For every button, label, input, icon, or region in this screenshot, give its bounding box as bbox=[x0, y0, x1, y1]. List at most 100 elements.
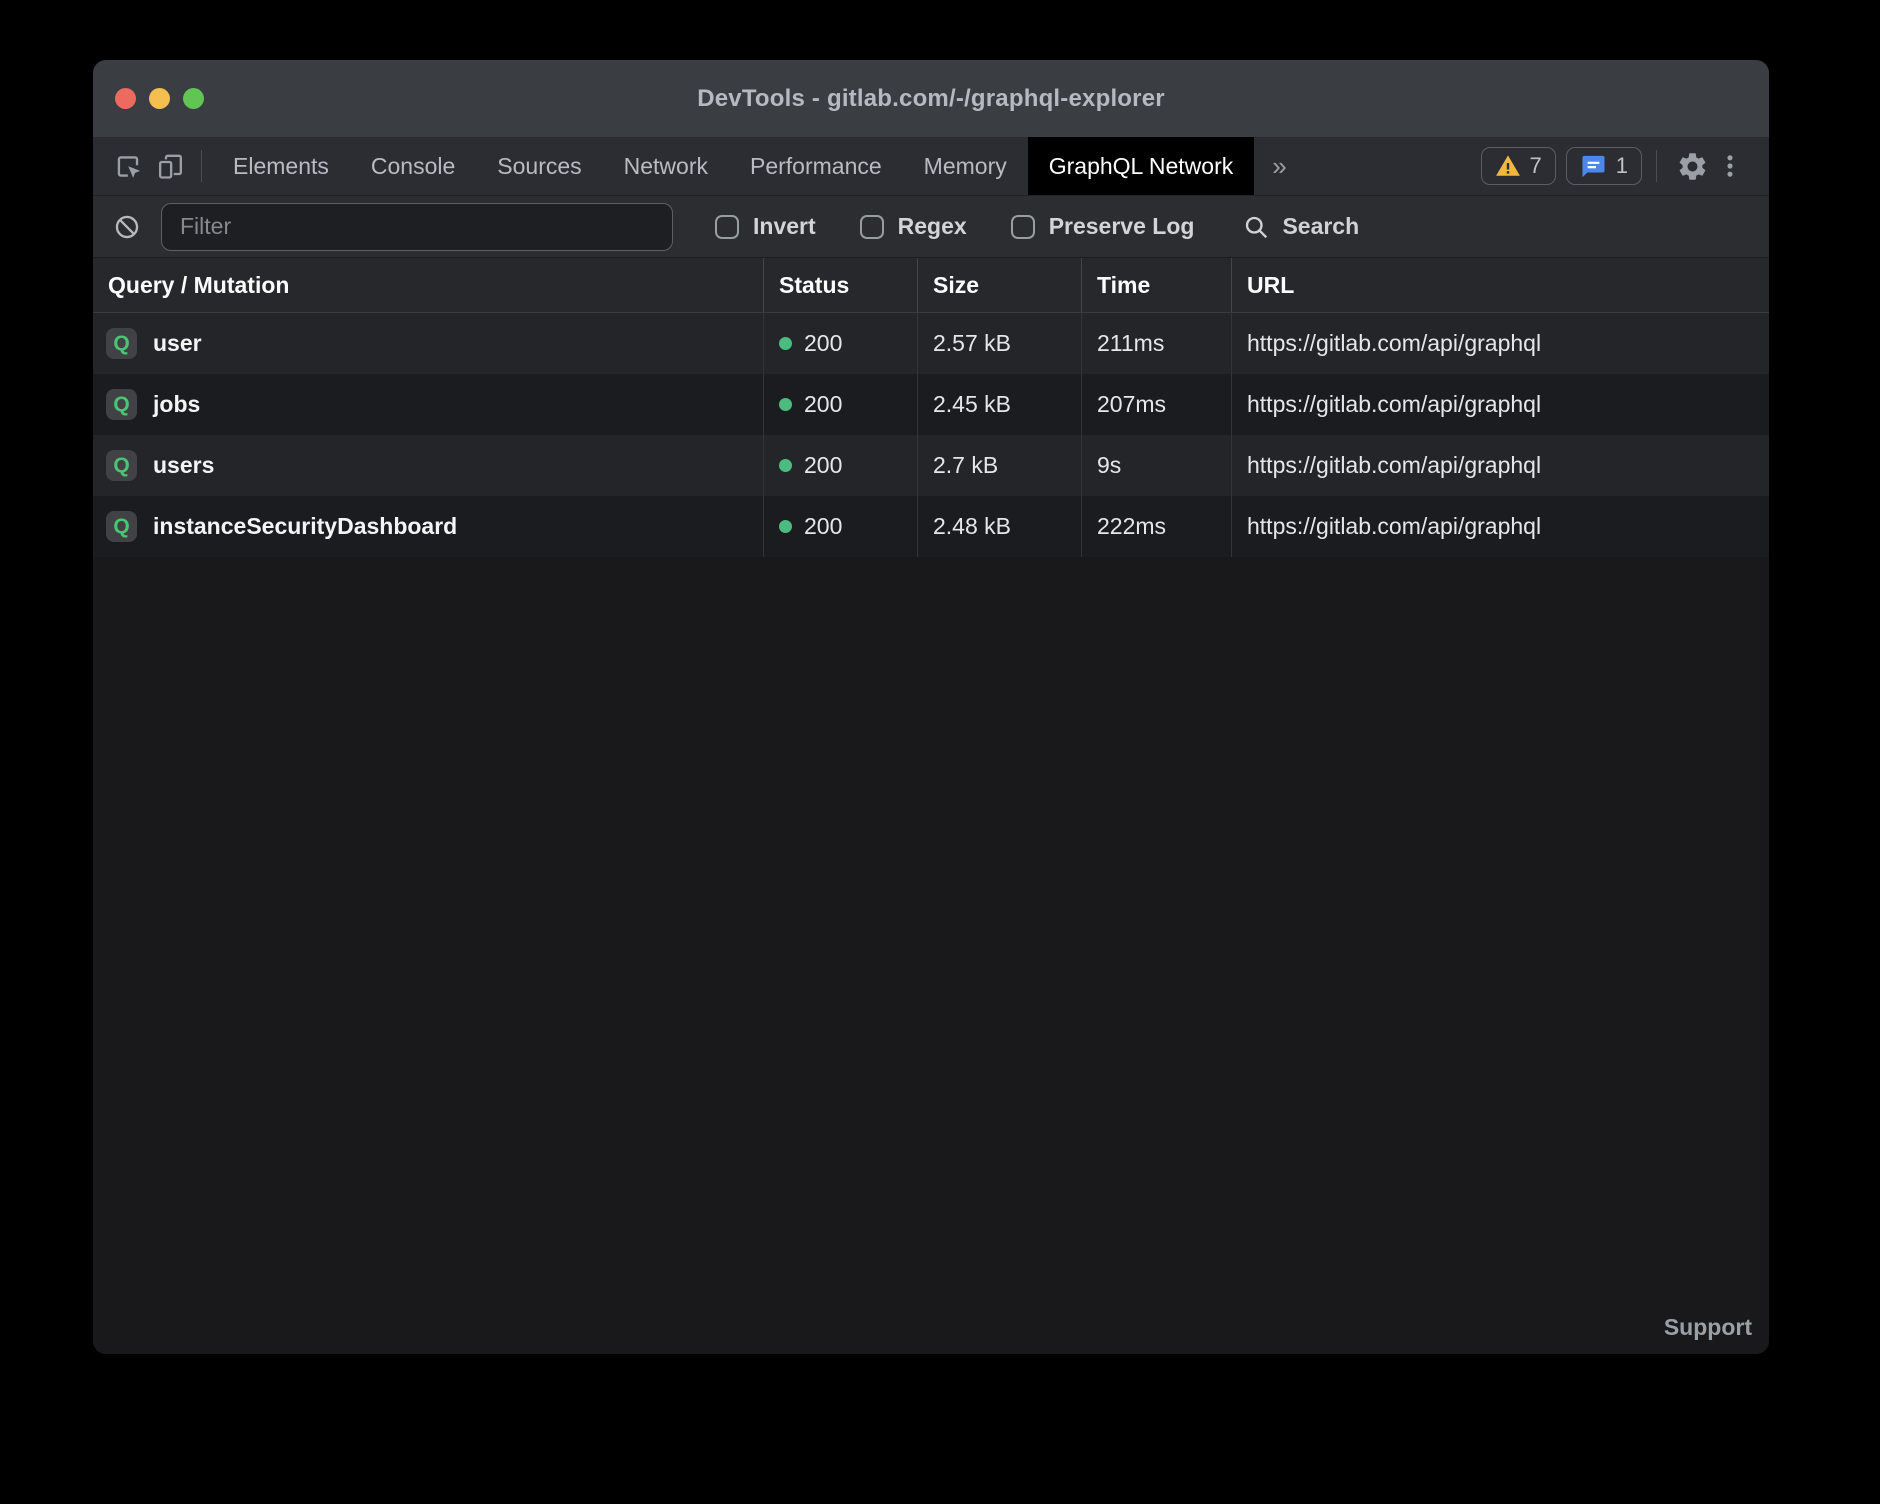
column-header-label: Time bbox=[1097, 272, 1150, 299]
size-cell: 2.48 kB bbox=[918, 496, 1082, 557]
time-cell: 207ms bbox=[1082, 374, 1232, 435]
tab-performance[interactable]: Performance bbox=[729, 137, 903, 195]
query-cell: Q jobs bbox=[93, 374, 764, 435]
devtools-window: DevTools - gitlab.com/-/graphql-explorer… bbox=[93, 60, 1769, 1354]
table-row-jobs[interactable]: Q jobs 200 2.45 kB 207ms https://gitlab.… bbox=[93, 374, 1769, 435]
tab-label: GraphQL Network bbox=[1049, 153, 1234, 180]
status-code: 200 bbox=[804, 513, 842, 540]
url-cell: https://gitlab.com/api/graphql bbox=[1232, 374, 1769, 435]
inspect-cursor-icon bbox=[113, 151, 144, 182]
query-cell: Q instanceSecurityDashboard bbox=[93, 496, 764, 557]
url-value: https://gitlab.com/api/graphql bbox=[1247, 330, 1541, 357]
issue-count: 1 bbox=[1616, 153, 1628, 179]
url-value: https://gitlab.com/api/graphql bbox=[1247, 452, 1541, 479]
devtools-toolbar: Elements Console Sources Network Perform… bbox=[93, 137, 1769, 196]
table-row-instance-security-dashboard[interactable]: Q instanceSecurityDashboard 200 2.48 kB … bbox=[93, 496, 1769, 557]
query-name: jobs bbox=[153, 391, 200, 418]
tab-network[interactable]: Network bbox=[603, 137, 729, 195]
status-cell: 200 bbox=[764, 435, 918, 496]
checkbox-box bbox=[1011, 215, 1035, 239]
tab-memory[interactable]: Memory bbox=[903, 137, 1028, 195]
warning-count: 7 bbox=[1530, 153, 1542, 179]
status-cell: 200 bbox=[764, 374, 918, 435]
query-cell: Q user bbox=[93, 313, 764, 374]
warning-triangle-icon bbox=[1495, 153, 1521, 179]
table-row-users[interactable]: Q users 200 2.7 kB 9s https://gitlab.com… bbox=[93, 435, 1769, 496]
clear-log-icon[interactable] bbox=[113, 213, 141, 241]
query-name: user bbox=[153, 330, 202, 357]
device-toolbar-icon bbox=[155, 151, 186, 182]
time-value: 222ms bbox=[1097, 513, 1166, 540]
query-type-badge: Q bbox=[106, 389, 137, 420]
tab-console[interactable]: Console bbox=[350, 137, 476, 195]
url-cell: https://gitlab.com/api/graphql bbox=[1232, 313, 1769, 374]
preserve-log-checkbox[interactable]: Preserve Log bbox=[1011, 213, 1195, 240]
titlebar: DevTools - gitlab.com/-/graphql-explorer bbox=[93, 60, 1769, 137]
status-ok-dot bbox=[779, 337, 792, 350]
gear-icon bbox=[1676, 150, 1709, 183]
url-value: https://gitlab.com/api/graphql bbox=[1247, 513, 1541, 540]
time-cell: 211ms bbox=[1082, 313, 1232, 374]
settings-button[interactable] bbox=[1671, 144, 1713, 188]
chevron-double-right-icon: » bbox=[1272, 151, 1286, 181]
close-window-button[interactable] bbox=[115, 88, 136, 109]
query-type-badge: Q bbox=[106, 450, 137, 481]
warnings-button[interactable]: 7 bbox=[1481, 147, 1556, 185]
status-code: 200 bbox=[804, 452, 842, 479]
issues-button[interactable]: 1 bbox=[1566, 147, 1642, 185]
status-cell: 200 bbox=[764, 496, 918, 557]
search-label: Search bbox=[1282, 213, 1359, 240]
tab-label: Performance bbox=[750, 153, 882, 180]
time-cell: 9s bbox=[1082, 435, 1232, 496]
more-options-button[interactable] bbox=[1713, 144, 1747, 188]
size-cell: 2.7 kB bbox=[918, 435, 1082, 496]
url-cell: https://gitlab.com/api/graphql bbox=[1232, 435, 1769, 496]
query-type-badge: Q bbox=[106, 328, 137, 359]
invert-checkbox[interactable]: Invert bbox=[715, 213, 816, 240]
chat-bubble-icon bbox=[1580, 153, 1607, 180]
status-ok-dot bbox=[779, 398, 792, 411]
table-empty-area bbox=[93, 557, 1769, 1354]
tab-label: Sources bbox=[497, 153, 581, 180]
window-controls bbox=[115, 60, 204, 137]
query-name: users bbox=[153, 452, 214, 479]
inspect-element-button[interactable] bbox=[107, 144, 149, 188]
minimize-window-button[interactable] bbox=[149, 88, 170, 109]
search-button[interactable]: Search bbox=[1242, 213, 1359, 241]
status-ok-dot bbox=[779, 459, 792, 472]
window-title: DevTools - gitlab.com/-/graphql-explorer bbox=[697, 85, 1165, 113]
column-header-url[interactable]: URL bbox=[1232, 258, 1769, 312]
query-type-badge: Q bbox=[106, 511, 137, 542]
more-tabs-button[interactable]: » bbox=[1254, 151, 1304, 182]
url-cell: https://gitlab.com/api/graphql bbox=[1232, 496, 1769, 557]
column-header-time[interactable]: Time bbox=[1082, 258, 1232, 312]
checkbox-label: Invert bbox=[753, 213, 816, 240]
table-header: Query / Mutation Status Size Time URL bbox=[93, 258, 1769, 313]
checkbox-box bbox=[715, 215, 739, 239]
table-row-user[interactable]: Q user 200 2.57 kB 211ms https://gitlab.… bbox=[93, 313, 1769, 374]
tab-graphql-network[interactable]: GraphQL Network bbox=[1028, 137, 1255, 195]
tab-elements[interactable]: Elements bbox=[212, 137, 350, 195]
tab-sources[interactable]: Sources bbox=[476, 137, 602, 195]
support-link[interactable]: Support bbox=[1664, 1314, 1752, 1341]
device-toolbar-button[interactable] bbox=[149, 144, 191, 188]
regex-checkbox[interactable]: Regex bbox=[860, 213, 967, 240]
size-value: 2.7 kB bbox=[933, 452, 998, 479]
column-header-status[interactable]: Status bbox=[764, 258, 918, 312]
column-header-query-mutation[interactable]: Query / Mutation bbox=[93, 258, 764, 312]
status-cell: 200 bbox=[764, 313, 918, 374]
time-value: 211ms bbox=[1097, 330, 1164, 357]
time-cell: 222ms bbox=[1082, 496, 1232, 557]
column-header-label: Status bbox=[779, 272, 849, 299]
filter-input[interactable] bbox=[161, 203, 673, 251]
status-code: 200 bbox=[804, 330, 842, 357]
tab-label: Memory bbox=[924, 153, 1007, 180]
column-header-size[interactable]: Size bbox=[918, 258, 1082, 312]
url-value: https://gitlab.com/api/graphql bbox=[1247, 391, 1541, 418]
search-icon bbox=[1242, 213, 1270, 241]
size-cell: 2.45 kB bbox=[918, 374, 1082, 435]
maximize-window-button[interactable] bbox=[183, 88, 204, 109]
time-value: 207ms bbox=[1097, 391, 1166, 418]
checkbox-label: Regex bbox=[898, 213, 967, 240]
status-ok-dot bbox=[779, 520, 792, 533]
